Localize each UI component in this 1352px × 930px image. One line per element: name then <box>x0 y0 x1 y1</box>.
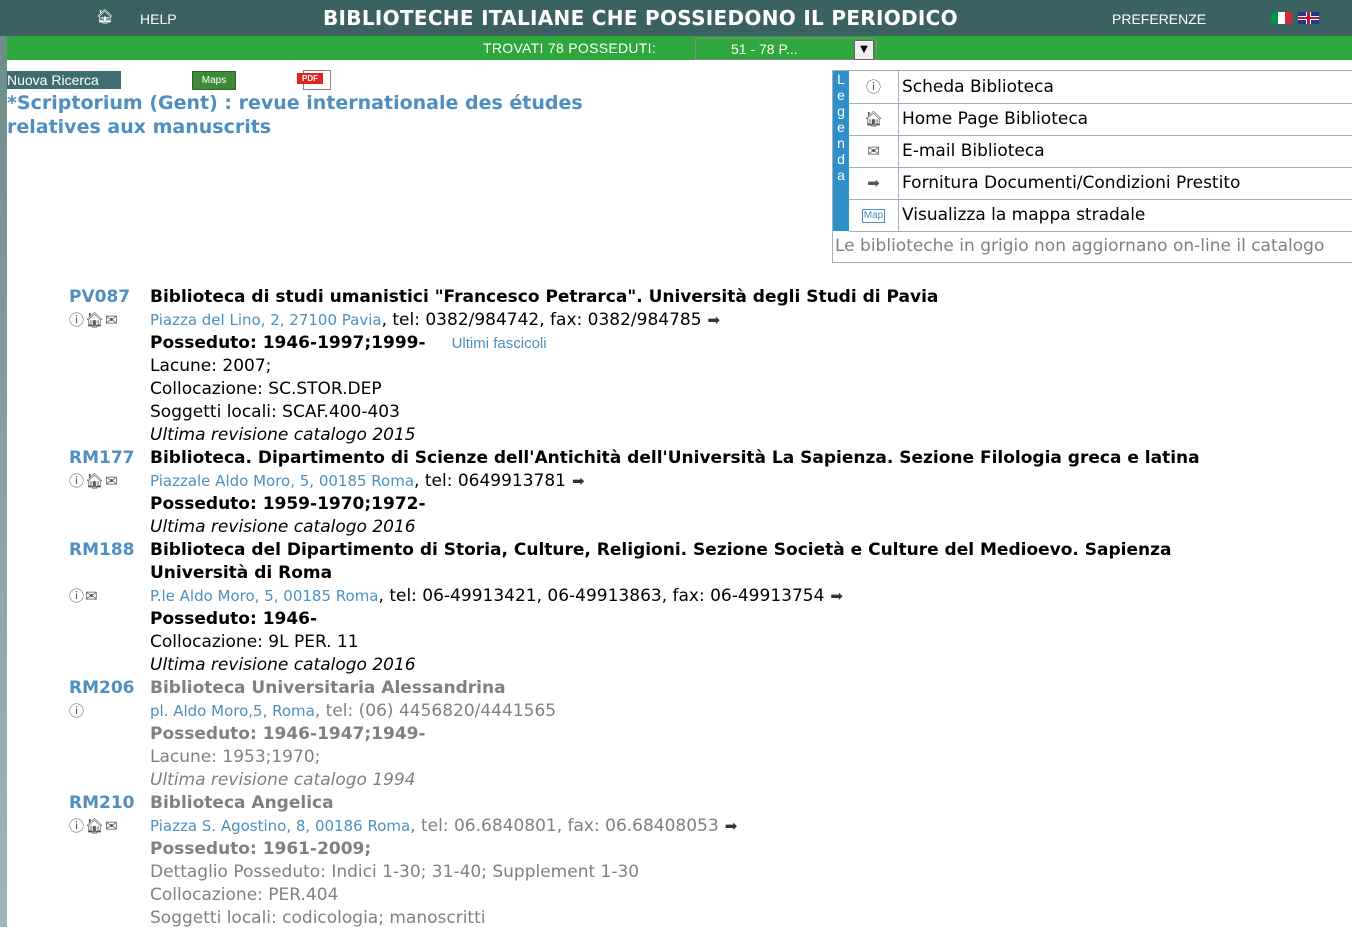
revision-text: Ultima revisione catalogo 1994 <box>150 770 416 790</box>
library-name: Biblioteca Universitaria Alessandrina <box>150 678 506 698</box>
holdings-text: Posseduto: 1946- <box>150 609 318 629</box>
holdings-detail-text: Dettaglio Posseduto: Indici 1-30; 31-40;… <box>150 862 640 882</box>
legend-note: Le biblioteche in grigio non aggiornano … <box>835 236 1325 256</box>
mail-icon[interactable]: ✉ <box>105 472 119 490</box>
library-address-row: ⓘ pl. Aldo Moro,5, Roma, tel: (06) 44568… <box>0 700 1352 723</box>
contacts-text: , tel: 0382/984742, fax: 0382/984785 <box>381 310 702 330</box>
holdings-text: Posseduto: 1946-1997;1999- Ultimi fascico… <box>150 333 547 353</box>
info-icon: ⓘ <box>849 71 899 103</box>
maps-icon[interactable]: Maps <box>192 71 236 90</box>
legend-label: Visualizza la mappa stradale <box>902 205 1146 225</box>
forward-icon[interactable]: ➡ <box>708 311 721 329</box>
preferences-link[interactable]: PREFERENZE <box>1112 11 1206 27</box>
page-title: BIBLIOTECHE ITALIANE CHE POSSIEDONO IL P… <box>323 6 958 30</box>
home-icon: 🏠︎ <box>849 103 899 135</box>
legend-label: Fornitura Documenti/Condizioni Prestito <box>902 173 1241 193</box>
legend-label: Home Page Biblioteca <box>902 109 1089 129</box>
library-code-link[interactable]: PV087 <box>69 286 130 309</box>
info-icon[interactable]: ⓘ <box>69 472 85 490</box>
journal-title: *Scriptorium (Gent) : revue internationa… <box>7 92 583 138</box>
home-icon[interactable]: 🏠︎ <box>96 9 114 25</box>
library-header: RM210 Biblioteca Angelica <box>0 792 1352 815</box>
legend-row: ➡ Fornitura Documenti/Condizioni Prestit… <box>849 167 1352 200</box>
shelfmark-text: Collocazione: 9L PER. 11 <box>150 632 359 652</box>
mail-icon[interactable]: ✉ <box>105 817 119 835</box>
legend-row: Map Visualizza la mappa stradale <box>849 199 1352 232</box>
map-icon: Map <box>849 199 899 231</box>
forward-icon[interactable]: ➡ <box>725 817 738 835</box>
contacts-text: , tel: (06) 4456820/4441565 <box>314 701 557 721</box>
chevron-down-icon[interactable]: ▼ <box>854 40 874 60</box>
range-select-value: 51 - 78 P... <box>731 41 798 57</box>
legend-row: ✉ E-mail Biblioteca <box>849 135 1352 168</box>
library-header: RM177 Biblioteca. Dipartimento di Scienz… <box>0 447 1352 470</box>
forward-icon[interactable]: ➡ <box>830 587 843 605</box>
info-icon[interactable]: ⓘ <box>69 817 85 835</box>
contacts-text: , tel: 06.6840801, fax: 06.68408053 <box>410 816 719 836</box>
revision-text: Ultima revisione catalogo 2016 <box>150 655 416 675</box>
help-link[interactable]: HELP <box>140 11 177 27</box>
library-address-row: ⓘ🏠︎✉ Piazza S. Agostino, 8, 00186 Roma, … <box>0 815 1352 838</box>
home-icon[interactable]: 🏠︎ <box>85 472 105 490</box>
info-icon[interactable]: ⓘ <box>69 311 85 329</box>
range-select[interactable]: 51 - 78 P... ▼ <box>695 38 877 60</box>
home-icon[interactable]: 🏠︎ <box>85 817 105 835</box>
gaps-text: Lacune: 1953;1970; <box>150 747 321 767</box>
library-code-link[interactable]: RM210 <box>69 792 135 815</box>
local-subjects-text: Soggetti locali: SCAF.400-403 <box>150 402 400 422</box>
contacts-text: , tel: 0649913781 <box>414 471 566 491</box>
legend-vertical-label: Legenda <box>833 71 849 231</box>
mail-icon: ✉ <box>849 135 899 167</box>
library-name: Biblioteca. Dipartimento di Scienze dell… <box>150 448 1200 468</box>
address-link[interactable]: Piazza S. Agostino, 8, 00186 Roma <box>150 817 410 835</box>
library-name: Biblioteca del Dipartimento di Storia, C… <box>150 540 1172 560</box>
address-link[interactable]: Piazzale Aldo Moro, 5, 00185 Roma <box>150 472 414 490</box>
info-icon[interactable]: ⓘ <box>69 587 85 605</box>
address-link[interactable]: pl. Aldo Moro,5, Roma <box>150 702 315 720</box>
library-address-row: ⓘ🏠︎✉ Piazzale Aldo Moro, 5, 00185 Roma, … <box>0 470 1352 493</box>
library-name: Biblioteca di studi umanistici "Francesc… <box>150 287 939 307</box>
english-flag-icon[interactable] <box>1298 12 1319 24</box>
revision-text: Ultima revisione catalogo 2015 <box>150 425 416 445</box>
address-link[interactable]: Piazza del Lino, 2, 27100 Pavia <box>150 311 382 329</box>
library-name-continued: Università di Roma <box>150 563 333 583</box>
library-header: PV087 Biblioteca di studi umanistici "Fr… <box>0 286 1352 309</box>
forward-icon: ➡ <box>849 167 899 199</box>
gaps-text: Lacune: 2007; <box>150 356 272 376</box>
pdf-icon[interactable]: PDF <box>297 70 331 90</box>
revision-text: Ultima revisione catalogo 2016 <box>150 517 416 537</box>
legend-row: 🏠︎ Home Page Biblioteca <box>849 103 1352 136</box>
shelfmark-text: Collocazione: SC.STOR.DEP <box>150 379 382 399</box>
library-header: RM206 Biblioteca Universitaria Alessandr… <box>0 677 1352 700</box>
shelfmark-text: Collocazione: PER.404 <box>150 885 339 905</box>
top-bar: 🏠︎ HELP BIBLIOTECHE ITALIANE CHE POSSIED… <box>0 0 1352 36</box>
forward-icon[interactable]: ➡ <box>572 472 585 490</box>
legend-label: E-mail Biblioteca <box>902 141 1045 161</box>
info-icon[interactable]: ⓘ <box>69 702 85 720</box>
legend-box: Legenda ⓘ Scheda Biblioteca 🏠︎ Home Page… <box>832 70 1352 263</box>
home-icon[interactable]: 🏠︎ <box>85 311 105 329</box>
holdings-text: Posseduto: 1961-2009; <box>150 839 372 859</box>
results-count: TROVATI 78 POSSEDUTI: <box>483 40 657 56</box>
legend-label: Scheda Biblioteca <box>902 77 1054 97</box>
holdings-text: Posseduto: 1946-1947;1949- <box>150 724 426 744</box>
latest-issues-link[interactable]: Ultimi fascicoli <box>452 335 547 352</box>
contacts-text: , tel: 06-49913421, 06-49913863, fax: 06… <box>378 586 825 606</box>
mail-icon[interactable]: ✉ <box>105 311 119 329</box>
library-header: RM188 Biblioteca del Dipartimento di Sto… <box>0 539 1352 562</box>
mail-icon[interactable]: ✉ <box>85 587 99 605</box>
library-code-link[interactable]: RM177 <box>69 447 135 470</box>
address-link[interactable]: P.le Aldo Moro, 5, 00185 Roma <box>150 587 379 605</box>
results-bar: TROVATI 78 POSSEDUTI: 51 - 78 P... ▼ <box>7 36 1352 60</box>
library-code-link[interactable]: RM206 <box>69 677 135 700</box>
legend-row: ⓘ Scheda Biblioteca <box>849 71 1352 104</box>
library-list: PV087 Biblioteca di studi umanistici "Fr… <box>0 286 1352 930</box>
library-address-row: ⓘ✉ P.le Aldo Moro, 5, 00185 Roma, tel: 0… <box>0 585 1352 608</box>
library-address-row: ⓘ🏠︎✉ Piazza del Lino, 2, 27100 Pavia, te… <box>0 309 1352 332</box>
holdings-text: Posseduto: 1959-1970;1972- <box>150 494 426 514</box>
italian-flag-icon[interactable] <box>1271 12 1292 24</box>
library-name: Biblioteca Angelica <box>150 793 334 813</box>
library-code-link[interactable]: RM188 <box>69 539 135 562</box>
new-search-link[interactable]: Nuova Ricerca <box>7 71 121 89</box>
